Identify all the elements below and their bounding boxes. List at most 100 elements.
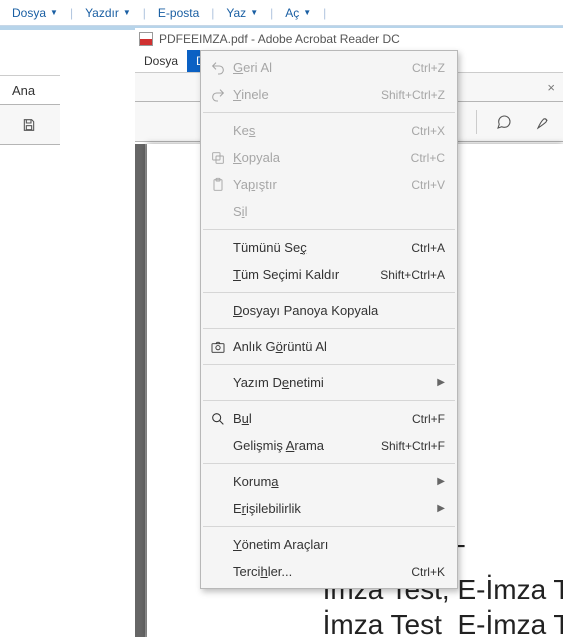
shortcut: Shift+Ctrl+Z xyxy=(381,88,445,102)
chevron-down-icon: ▼ xyxy=(123,8,131,17)
blank-icon xyxy=(207,536,229,554)
blank-icon xyxy=(207,203,229,221)
edit-menu: Geri Al Ctrl+Z Yinele Shift+Ctrl+Z Kes C… xyxy=(200,50,458,589)
menu-item-spell-check[interactable]: Yazım Denetimi ▶ xyxy=(201,369,457,396)
menu-separator xyxy=(203,328,455,329)
label: Kes xyxy=(233,123,411,138)
shortcut: Ctrl+F xyxy=(412,412,445,426)
outer-item-ac[interactable]: Aç ▼ xyxy=(279,4,317,22)
copy-icon xyxy=(207,149,229,167)
blank-icon xyxy=(207,266,229,284)
undo-icon xyxy=(207,59,229,77)
label: Yaz xyxy=(226,6,246,20)
menu-item-copy-file-to-clipboard[interactable]: Dosyayı Panoya Kopyala xyxy=(201,297,457,324)
menu-item-copy[interactable]: Kopyala Ctrl+C xyxy=(201,144,457,171)
label: Tüm Seçimi Kaldır xyxy=(233,267,380,282)
submenu-arrow-icon: ▶ xyxy=(437,476,445,487)
label: Koruma xyxy=(233,474,437,489)
submenu-arrow-icon: ▶ xyxy=(437,503,445,514)
paste-icon xyxy=(207,176,229,194)
parent-app-toolbar: Dosya ▼ | Yazdır ▼ | E-posta | Yaz ▼ | A… xyxy=(0,0,563,26)
label: Yinele xyxy=(233,87,381,102)
tab-close-icon[interactable]: × xyxy=(547,80,555,95)
menu-item-paste[interactable]: Yapıştır Ctrl+V xyxy=(201,171,457,198)
label: Aç xyxy=(285,6,299,20)
shortcut: Shift+Ctrl+A xyxy=(380,268,445,282)
label: Yazım Denetimi xyxy=(233,375,437,390)
shortcut: Ctrl+K xyxy=(411,565,445,579)
menu-item-deselect-all[interactable]: Tüm Seçimi Kaldır Shift+Ctrl+A xyxy=(201,261,457,288)
redo-icon xyxy=(207,86,229,104)
label: Erişilebilirlik xyxy=(233,501,437,516)
blank-icon xyxy=(207,563,229,581)
menu-separator xyxy=(203,400,455,401)
menu-separator xyxy=(203,112,455,113)
menu-item-select-all[interactable]: Tümünü Seç Ctrl+A xyxy=(201,234,457,261)
adobe-reader-window: PDFEEIMZA.pdf - Adobe Acrobat Reader DC … xyxy=(135,28,563,637)
menu-item-advanced-search[interactable]: Gelişmiş Arama Shift+Ctrl+F xyxy=(201,432,457,459)
search-icon xyxy=(207,410,229,428)
menu-separator xyxy=(203,364,455,365)
label: Geri Al xyxy=(233,60,412,75)
label: Sil xyxy=(233,204,445,219)
label: Tercihler... xyxy=(233,564,411,579)
outer-item-yazdir[interactable]: Yazdır ▼ xyxy=(79,4,137,22)
menu-item-accessibility[interactable]: Erişilebilirlik ▶ xyxy=(201,495,457,522)
menu-item-undo[interactable]: Geri Al Ctrl+Z xyxy=(201,54,457,81)
label: Tümünü Seç xyxy=(233,240,411,255)
menu-item-take-snapshot[interactable]: Anlık Görüntü Al xyxy=(201,333,457,360)
comment-icon[interactable] xyxy=(491,109,517,135)
menu-item-admin-tools[interactable]: Yönetim Araçları xyxy=(201,531,457,558)
titlebar: PDFEEIMZA.pdf - Adobe Acrobat Reader DC xyxy=(135,28,563,50)
menu-separator xyxy=(203,463,455,464)
label: Kopyala xyxy=(233,150,411,165)
label: Yönetim Araçları xyxy=(233,537,445,552)
sign-icon[interactable] xyxy=(531,109,557,135)
shortcut: Ctrl+C xyxy=(411,151,445,165)
menu-separator xyxy=(203,229,455,230)
menu-item-preferences[interactable]: Tercihler... Ctrl+K xyxy=(201,558,457,585)
outer-item-yaz[interactable]: Yaz ▼ xyxy=(220,4,264,22)
label: Yapıştır xyxy=(233,177,411,192)
menu-item-redo[interactable]: Yinele Shift+Ctrl+Z xyxy=(201,81,457,108)
outer-item-eposta[interactable]: E-posta xyxy=(152,4,205,22)
chevron-down-icon: ▼ xyxy=(303,8,311,17)
camera-icon xyxy=(207,338,229,356)
tab-home-fragment[interactable]: Ana xyxy=(0,75,60,105)
shortcut: Ctrl+A xyxy=(411,241,445,255)
outer-item-dosya[interactable]: Dosya ▼ xyxy=(6,4,64,22)
menu-dosya[interactable]: Dosya xyxy=(135,50,187,72)
chevron-down-icon: ▼ xyxy=(50,8,58,17)
pdf-file-icon xyxy=(139,32,153,46)
window-title: PDFEEIMZA.pdf - Adobe Acrobat Reader DC xyxy=(159,32,400,46)
chevron-down-icon: ▼ xyxy=(250,8,258,17)
menu-separator xyxy=(203,292,455,293)
submenu-arrow-icon: ▶ xyxy=(437,377,445,388)
blank-icon xyxy=(207,374,229,392)
blank-icon xyxy=(207,473,229,491)
blank-icon xyxy=(207,302,229,320)
menu-item-find[interactable]: Bul Ctrl+F xyxy=(201,405,457,432)
save-icon[interactable] xyxy=(16,112,42,138)
shortcut: Ctrl+V xyxy=(411,178,445,192)
blank-icon xyxy=(207,500,229,518)
label: Dosya xyxy=(12,6,46,20)
blank-icon xyxy=(207,437,229,455)
label: Gelişmiş Arama xyxy=(233,438,381,453)
menu-item-delete[interactable]: Sil xyxy=(201,198,457,225)
blank-icon xyxy=(207,122,229,140)
toolstrip-left-fragment xyxy=(0,105,60,145)
shortcut: Ctrl+X xyxy=(411,124,445,138)
separator xyxy=(476,110,477,134)
menu-item-cut[interactable]: Kes Ctrl+X xyxy=(201,117,457,144)
label: Anlık Görüntü Al xyxy=(233,339,445,354)
scroll-gutter xyxy=(135,144,145,637)
shortcut: Ctrl+Z xyxy=(412,61,445,75)
label: Bul xyxy=(233,411,412,426)
menu-item-protection[interactable]: Koruma ▶ xyxy=(201,468,457,495)
blank-icon xyxy=(207,239,229,257)
shortcut: Shift+Ctrl+F xyxy=(381,439,445,453)
label: E-posta xyxy=(158,6,199,20)
tab-label: Ana xyxy=(12,83,35,98)
label: Dosyayı Panoya Kopyala xyxy=(233,303,445,318)
